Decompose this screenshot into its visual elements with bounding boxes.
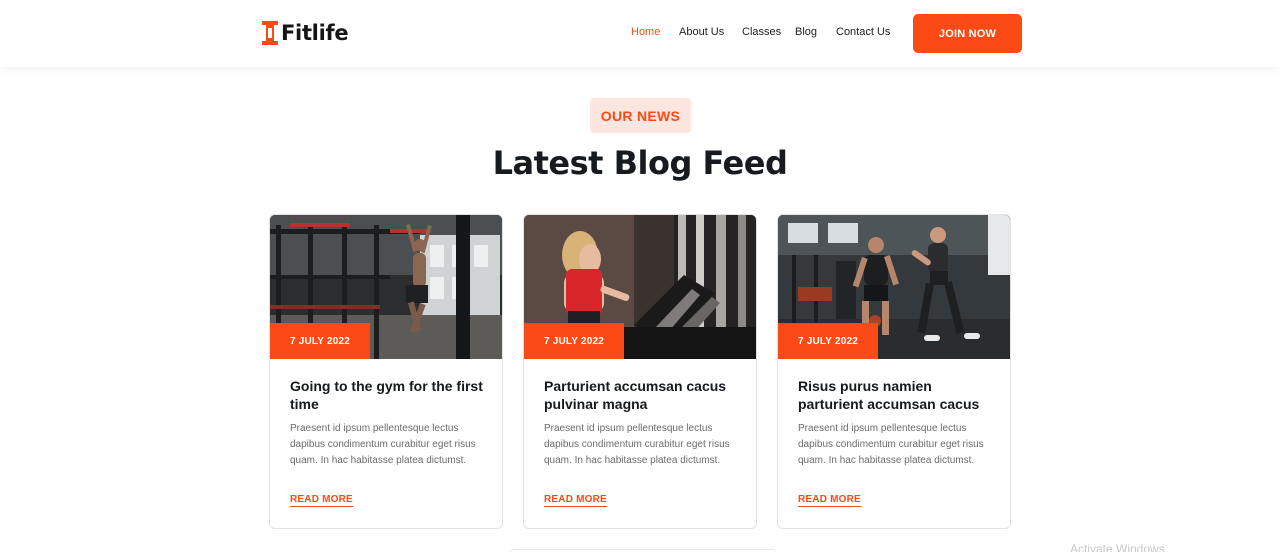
nav-blog[interactable]: Blog xyxy=(795,26,817,38)
post-excerpt: Praesent id ipsum pellentesque lectus da… xyxy=(544,423,730,466)
post-date-badge: 7 JULY 2022 xyxy=(778,323,878,359)
dumbbell-icon xyxy=(262,20,278,46)
nav-contact-us[interactable]: Contact Us xyxy=(836,26,890,38)
read-more-link[interactable]: READ MORE xyxy=(544,494,607,507)
blog-card: 7 JULY 2022 Parturient accumsan cacus pu… xyxy=(523,214,757,529)
join-now-button[interactable]: JOIN NOW xyxy=(913,14,1022,53)
blog-card-image[interactable]: 7 JULY 2022 xyxy=(778,215,1010,359)
post-date-badge: 7 JULY 2022 xyxy=(524,323,624,359)
post-title[interactable]: Going to the gym for the first time xyxy=(290,377,490,413)
site-header: Fitlife Home About Us Classes Blog Conta… xyxy=(0,0,1280,67)
blog-card: 7 JULY 2022 Risus purus namien parturien… xyxy=(777,214,1011,529)
post-title[interactable]: Parturient accumsan cacus pulvinar magna xyxy=(544,377,744,413)
post-excerpt: Praesent id ipsum pellentesque lectus da… xyxy=(798,423,984,466)
nav-about-us[interactable]: About Us xyxy=(679,26,724,38)
post-date-badge: 7 JULY 2022 xyxy=(270,323,370,359)
blog-card-image[interactable]: 7 JULY 2022 xyxy=(524,215,756,359)
section-title: Latest Blog Feed xyxy=(492,144,788,182)
blog-card-image[interactable]: 7 JULY 2022 xyxy=(270,215,502,359)
brand-logo[interactable]: Fitlife xyxy=(262,18,349,48)
read-more-link[interactable]: READ MORE xyxy=(798,494,861,507)
section-eyebrow: OUR NEWS xyxy=(590,98,691,133)
os-watermark: Activate Windows xyxy=(1070,542,1165,552)
nav-classes[interactable]: Classes xyxy=(742,26,781,38)
read-more-link[interactable]: READ MORE xyxy=(290,494,353,507)
brand-name: Fitlife xyxy=(281,21,349,45)
blog-card: 7 JULY 2022 Going to the gym for the fir… xyxy=(269,214,503,529)
nav-home[interactable]: Home xyxy=(631,26,660,38)
post-excerpt: Praesent id ipsum pellentesque lectus da… xyxy=(290,423,476,466)
post-title[interactable]: Risus purus namien parturient accumsan c… xyxy=(798,377,998,413)
